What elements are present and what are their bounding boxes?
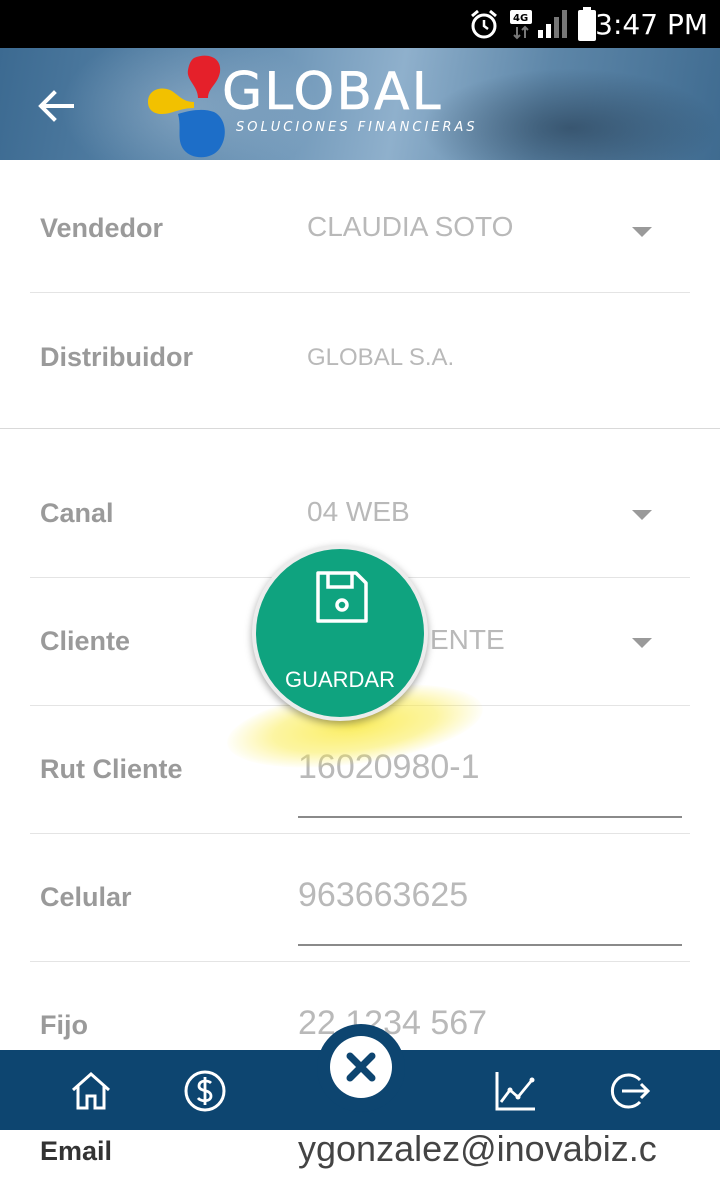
- cliente-select[interactable]: ENTE: [430, 624, 505, 656]
- logo-title: GLOBAL: [222, 62, 443, 123]
- email-label: Email: [40, 1136, 113, 1166]
- celular-input[interactable]: 963663625: [298, 876, 468, 915]
- logout-icon[interactable]: [606, 1068, 652, 1114]
- distribuidor-label: Distribuidor: [40, 342, 193, 372]
- distribuidor-row: Distribuidor GLOBAL S.A.: [30, 294, 690, 422]
- fijo-label: Fijo: [40, 1010, 88, 1040]
- home-icon[interactable]: [68, 1068, 114, 1114]
- vendedor-select[interactable]: CLAUDIA SOTO: [307, 211, 513, 243]
- arrow-left-icon[interactable]: [34, 84, 78, 128]
- header-background-right: [420, 68, 720, 160]
- save-button-label: GUARDAR: [284, 667, 395, 692]
- canal-label: Canal: [40, 498, 114, 528]
- rut-cliente-label: Rut Cliente: [40, 754, 183, 784]
- canal-select[interactable]: 04 WEB: [307, 496, 410, 528]
- celular-underline: [298, 944, 682, 946]
- line-chart-icon[interactable]: [492, 1068, 538, 1114]
- section-divider: [0, 428, 720, 429]
- global-logo-mark: [148, 55, 225, 158]
- chevron-down-icon[interactable]: [632, 510, 652, 520]
- rut-cliente-underline: [298, 816, 682, 818]
- battery-icon: [578, 7, 596, 41]
- vendedor-label: Vendedor: [40, 213, 164, 243]
- chevron-down-icon[interactable]: [632, 638, 652, 648]
- dollar-circle-icon[interactable]: [182, 1068, 228, 1114]
- signal-icon: [538, 10, 567, 38]
- chevron-down-icon[interactable]: [632, 227, 652, 237]
- close-icon: [346, 1052, 376, 1082]
- clock: 3:47 PM: [595, 8, 708, 41]
- floppy-disk-icon: [316, 571, 368, 623]
- celular-row: Celular 963663625: [30, 834, 690, 962]
- status-bar: 4G 3:47 PM: [0, 0, 720, 48]
- email-input[interactable]: ygonzalez@inovabiz.c: [298, 1128, 682, 1170]
- save-button[interactable]: GUARDAR: [252, 545, 428, 721]
- vendedor-row[interactable]: Vendedor CLAUDIA SOTO: [30, 165, 690, 293]
- distribuidor-value: GLOBAL S.A.: [307, 344, 455, 371]
- alarm-icon: [471, 9, 497, 39]
- logo-subtitle: SOLUCIONES FINANCIERAS: [236, 120, 478, 135]
- network-4g-icon: 4G: [510, 10, 532, 40]
- close-button[interactable]: [317, 1024, 405, 1112]
- network-label: 4G: [513, 13, 528, 24]
- close-button-circle: [330, 1036, 392, 1098]
- cliente-label: Cliente: [40, 626, 131, 656]
- celular-label: Celular: [40, 882, 132, 912]
